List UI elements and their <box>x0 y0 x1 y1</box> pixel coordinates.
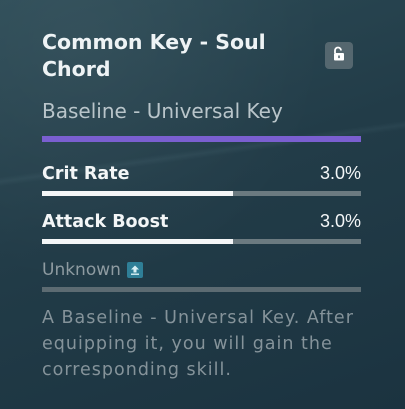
item-subtitle: Baseline - Universal Key <box>42 99 283 123</box>
item-title: Common Key - Soul Chord <box>42 30 266 81</box>
unknown-label: Unknown <box>42 260 121 280</box>
stat-crit-rate: Crit Rate 3.0% <box>42 161 361 196</box>
stat-level-fill <box>42 191 234 196</box>
lock-toggle-button[interactable] <box>325 42 353 69</box>
stat-name: Crit Rate <box>42 164 130 184</box>
unknown-stat-track <box>42 287 361 292</box>
stat-level-fill <box>42 239 234 244</box>
stat-value: 3.0% <box>319 211 361 231</box>
upgrade-arrow-icon[interactable] <box>126 262 143 278</box>
item-description: A Baseline - Universal Key. After equipp… <box>42 308 354 380</box>
unknown-stat-row: Unknown <box>42 258 143 282</box>
key-detail-panel: Common Key - Soul Chord Baseline - Unive… <box>0 0 405 409</box>
stat-name: Attack Boost <box>42 212 169 232</box>
stat-attack-boost: Attack Boost 3.0% <box>42 209 361 244</box>
rarity-bar <box>42 136 361 142</box>
stat-value: 3.0% <box>319 163 361 183</box>
stat-level-track <box>42 239 361 244</box>
stat-level-track <box>42 191 361 196</box>
unlocked-padlock-icon <box>331 46 347 66</box>
